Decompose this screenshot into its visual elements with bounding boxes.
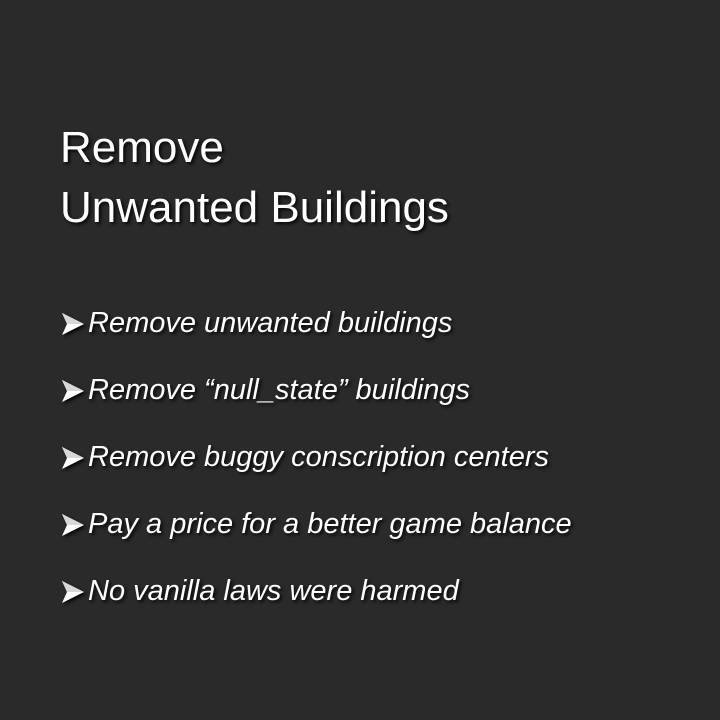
arrow-bullet-icon bbox=[62, 580, 84, 603]
title-line-1: Remove bbox=[60, 123, 224, 172]
bullet-text: Remove unwanted buildings bbox=[88, 307, 453, 339]
bullet-text: Remove buggy conscription centers bbox=[88, 441, 550, 473]
bullet-item: Remove “null_state” buildings bbox=[60, 357, 700, 424]
arrow-bullet-icon bbox=[62, 312, 84, 335]
slide-title: Remove Unwanted Buildings bbox=[60, 118, 680, 238]
bullet-item: Remove unwanted buildings bbox=[60, 290, 700, 357]
bullet-item: Pay a price for a better game balance bbox=[60, 491, 700, 558]
bullet-item: No vanilla laws were harmed bbox=[60, 558, 700, 625]
bullet-item: Remove buggy conscription centers bbox=[60, 424, 700, 491]
bullet-text: Remove “null_state” buildings bbox=[88, 374, 471, 406]
arrow-bullet-icon bbox=[62, 513, 84, 536]
bullet-text: Pay a price for a better game balance bbox=[88, 508, 572, 540]
slide: Remove Unwanted Buildings Remove unwante… bbox=[0, 0, 720, 720]
bullet-text: No vanilla laws were harmed bbox=[88, 575, 459, 607]
title-line-2: Unwanted Buildings bbox=[60, 183, 449, 232]
arrow-bullet-icon bbox=[62, 379, 84, 402]
arrow-bullet-icon bbox=[62, 446, 84, 469]
bullet-list: Remove unwanted buildings Remove “null_s… bbox=[60, 290, 700, 625]
